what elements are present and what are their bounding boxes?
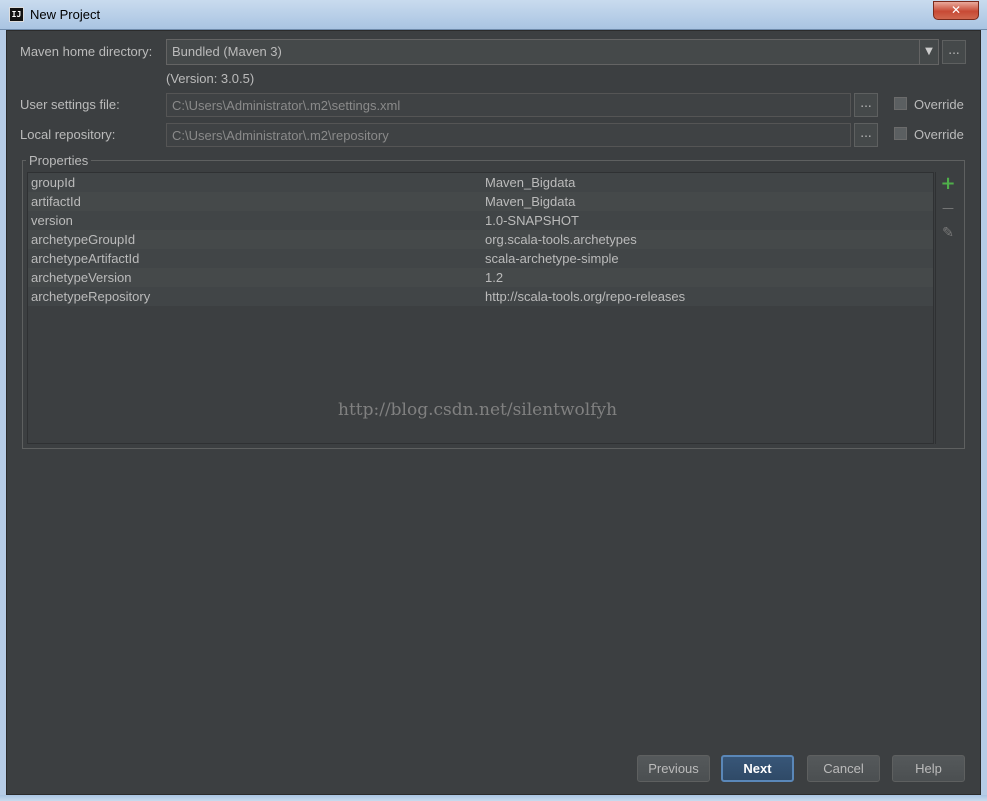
table-row[interactable]: archetypeVersion 1.2 [28,268,933,287]
local-repo-field[interactable]: C:\Users\Administrator\.m2\repository [166,123,851,147]
property-key: archetypeGroupId [31,232,136,247]
user-settings-label: User settings file: [20,97,120,112]
property-value: 1.2 [485,270,504,285]
add-icon[interactable]: + [938,174,958,194]
local-repo-label: Local repository: [20,127,116,142]
remove-icon[interactable]: — [938,198,958,218]
property-value: scala-archetype-simple [485,251,619,266]
user-settings-override-checkbox[interactable] [894,97,907,110]
dropdown-arrow-icon[interactable]: ▼ [919,40,938,64]
help-button[interactable]: Help [892,755,965,782]
edit-icon[interactable]: ✎ [938,223,958,243]
previous-button[interactable]: Previous [637,755,710,782]
property-key: archetypeRepository [31,289,151,304]
local-repo-value: C:\Users\Administrator\.m2\repository [172,128,389,143]
maven-home-label: Maven home directory: [20,44,153,59]
property-key: artifactId [31,194,81,209]
property-key: groupId [31,175,76,190]
maven-home-value: Bundled (Maven 3) [172,44,282,59]
user-settings-override-label: Override [914,97,964,112]
property-value: org.scala-tools.archetypes [485,232,637,247]
property-key: version [31,213,73,228]
table-row[interactable]: archetypeArtifactId scala-archetype-simp… [28,249,933,268]
table-empty-area [28,306,933,443]
property-value: 1.0-SNAPSHOT [485,213,579,228]
table-row[interactable]: archetypeGroupId org.scala-tools.archety… [28,230,933,249]
table-row[interactable]: version 1.0-SNAPSHOT [28,211,933,230]
local-repo-browse-button[interactable]: ... [854,123,878,147]
user-settings-browse-button[interactable]: ... [854,93,878,117]
local-repo-override-label: Override [914,127,964,142]
window-title: New Project [30,7,101,22]
watermark-text: http://blog.csdn.net/silentwolfyh [338,400,618,420]
cancel-button[interactable]: Cancel [807,755,880,782]
maven-home-browse-button[interactable]: ... [942,40,966,64]
local-repo-override-checkbox[interactable] [894,127,907,140]
intellij-app-icon: IJ [9,7,24,22]
properties-toolbar: + — ✎ [935,172,961,444]
user-settings-field[interactable]: C:\Users\Administrator\.m2\settings.xml [166,93,851,117]
window-close-button[interactable]: ✕ [933,1,979,20]
property-key: archetypeArtifactId [31,251,140,266]
properties-title: Properties [26,153,92,168]
table-row[interactable]: artifactId Maven_Bigdata [28,192,933,211]
next-button[interactable]: Next [721,755,794,782]
table-row[interactable]: groupId Maven_Bigdata [28,173,933,192]
user-settings-value: C:\Users\Administrator\.m2\settings.xml [172,98,401,113]
window-border-right [981,30,987,795]
property-value: Maven_Bigdata [485,175,576,190]
property-key: archetypeVersion [31,270,132,285]
property-value: Maven_Bigdata [485,194,576,209]
window-titlebar: IJ New Project ✕ [0,0,987,30]
maven-version-note: (Version: 3.0.5) [166,71,255,86]
table-row[interactable]: archetypeRepository http://scala-tools.o… [28,287,933,306]
maven-home-select[interactable]: Bundled (Maven 3) ▼ [166,39,939,65]
property-value: http://scala-tools.org/repo-releases [485,289,686,304]
window-border-bottom [0,795,987,801]
